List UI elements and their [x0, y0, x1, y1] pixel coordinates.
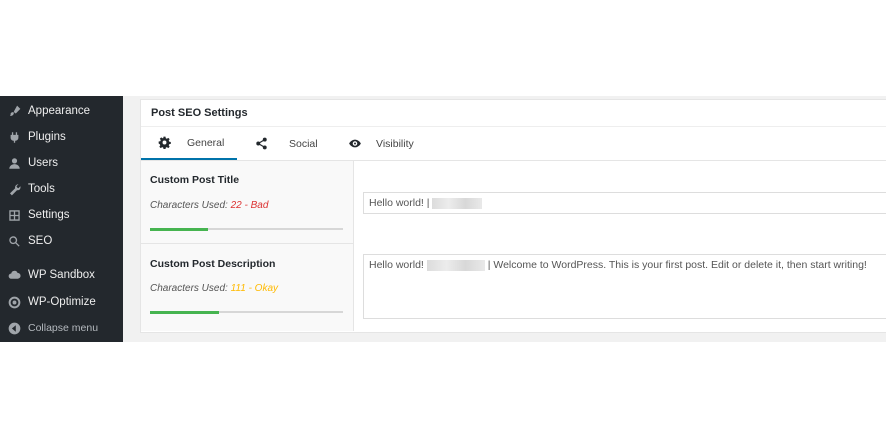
- post-seo-settings-panel: Post SEO Settings General Social Visibil…: [140, 99, 886, 333]
- sidebar-item-wp-sandbox[interactable]: WP Sandbox: [0, 263, 123, 287]
- sidebar-item-label: WP-Optimize: [28, 296, 96, 308]
- description-length-bar-fill: [150, 311, 220, 314]
- tab-label: Visibility: [376, 137, 414, 150]
- sidebar-item-label: Appearance: [28, 105, 91, 117]
- tab-general[interactable]: General: [141, 127, 237, 160]
- redacted-text: [432, 197, 483, 209]
- chars-used-prefix: Characters Used:: [150, 200, 228, 211]
- redacted-text: [426, 259, 485, 271]
- sidebar-item-label: Users: [28, 157, 59, 169]
- custom-post-title-label: Custom Post Title: [150, 174, 240, 186]
- sidebar-item-label: Plugins: [28, 131, 66, 143]
- collapse-menu-button[interactable]: Collapse menu: [0, 316, 123, 340]
- description-chars-used: Characters Used: 111 - Okay: [150, 283, 278, 294]
- sidebar-item-label: Settings: [28, 209, 70, 221]
- cloud-icon: [7, 268, 21, 282]
- description-chars-value: 111 - Okay: [230, 283, 279, 294]
- gear-icon: [158, 136, 171, 149]
- sidebar-item-appearance[interactable]: Appearance: [0, 99, 123, 123]
- sidebar-item-settings[interactable]: Settings: [0, 203, 123, 227]
- title-label-cell: Custom Post Title Characters Used: 22 - …: [141, 161, 354, 244]
- sidebar-item-label: WP Sandbox: [28, 269, 95, 281]
- description-input-text-start: Hello world!: [369, 259, 424, 271]
- sidebar-item-tools[interactable]: Tools: [0, 177, 123, 201]
- description-input-text-end: | Welcome to WordPress. This is your fir…: [487, 259, 867, 271]
- settings-grid-icon: [7, 208, 21, 222]
- plug-icon: [7, 130, 21, 144]
- sidebar-item-wp-optimize[interactable]: WP-Optimize: [0, 290, 123, 314]
- sidebar-item-users[interactable]: Users: [0, 151, 123, 175]
- paintbrush-icon: [7, 104, 21, 118]
- description-label-cell: Custom Post Description Characters Used:…: [141, 244, 354, 331]
- custom-post-description-textarea[interactable]: Hello world! | Welcome to WordPress. Thi…: [363, 254, 886, 319]
- sidebar-item-plugins[interactable]: Plugins: [0, 125, 123, 149]
- title-input-text: Hello world! |: [369, 197, 430, 209]
- tab-label: General: [187, 136, 225, 149]
- title-length-bar-fill: [150, 228, 208, 231]
- tab-bar: General Social Visibility: [141, 127, 886, 161]
- sidebar-item-label: SEO: [28, 235, 53, 247]
- optimize-icon: [7, 295, 21, 309]
- panel-title: Post SEO Settings: [151, 107, 248, 119]
- search-icon: [7, 234, 21, 248]
- share-icon: [256, 137, 267, 150]
- chars-used-prefix: Characters Used:: [150, 283, 228, 294]
- user-icon: [7, 156, 21, 170]
- custom-post-description-label: Custom Post Description: [150, 258, 276, 270]
- tab-visibility[interactable]: Visibility: [348, 127, 438, 160]
- collapse-arrow-icon: [7, 321, 21, 335]
- wrench-icon: [7, 182, 21, 196]
- sidebar-item-seo[interactable]: SEO: [0, 229, 123, 253]
- tab-social[interactable]: Social: [255, 127, 335, 160]
- tab-label: Social: [289, 137, 318, 150]
- custom-post-title-input[interactable]: Hello world! |: [363, 192, 886, 214]
- collapse-menu-label: Collapse menu: [28, 322, 99, 334]
- description-length-bar: [150, 311, 343, 314]
- title-chars-value: 22 - Bad: [230, 200, 269, 211]
- sidebar-item-label: Tools: [28, 183, 55, 195]
- title-chars-used: Characters Used: 22 - Bad: [150, 200, 268, 211]
- title-length-bar: [150, 228, 343, 231]
- admin-sidebar: Appearance Plugins Users Tools Settings …: [0, 96, 123, 342]
- eye-icon: [349, 139, 361, 148]
